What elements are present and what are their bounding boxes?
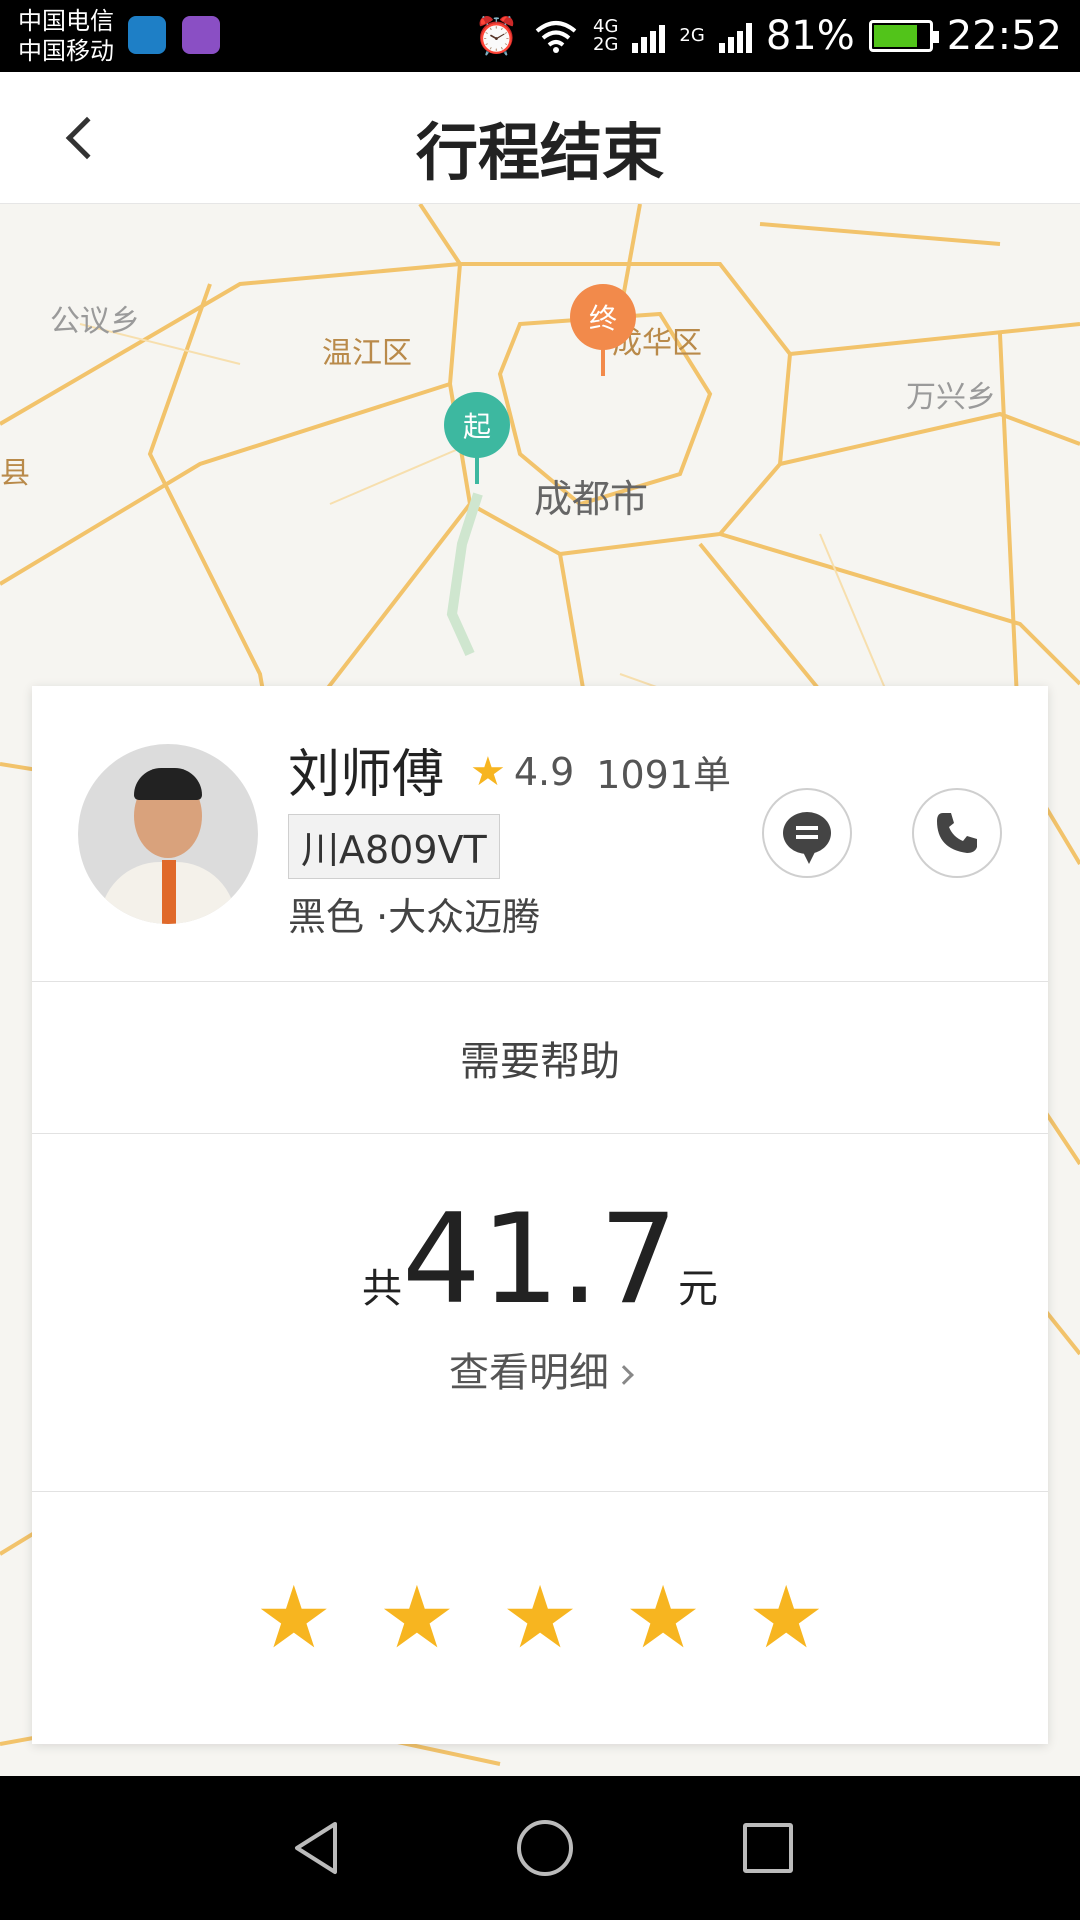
rating-value: 4.9 xyxy=(513,749,575,794)
fare-total: 共41.7元 xyxy=(32,1198,1048,1322)
map-label-yixian: 邑县 xyxy=(0,456,30,491)
system-nav-bar xyxy=(0,1776,1080,1920)
driver-info: 刘师傅 ★ 4.9 1091单 川A809VT 黑色 ·大众迈腾 xyxy=(32,686,1048,982)
call-button[interactable] xyxy=(912,788,1002,878)
rating-stars: ★ ★ ★ ★ ★ xyxy=(32,1492,1048,1744)
help-button[interactable]: 需要帮助 xyxy=(32,982,1048,1134)
fare-prefix: 共 xyxy=(361,1266,402,1312)
driver-name: 刘师傅 xyxy=(288,745,445,805)
network-type-2: 2G xyxy=(679,25,705,46)
map-label-gongyi: 公议乡 xyxy=(50,304,140,339)
map-label-chengdu: 成都市 xyxy=(534,477,649,521)
nav-back-button[interactable] xyxy=(287,1818,347,1878)
gallery-notification-icon xyxy=(182,16,220,54)
fare-detail-label: 查看明细 xyxy=(449,1350,609,1396)
battery-icon xyxy=(868,20,939,52)
car-description: 黑色 ·大众迈腾 xyxy=(288,895,541,939)
rating-star-5[interactable]: ★ xyxy=(748,1575,825,1661)
rating-star-3[interactable]: ★ xyxy=(501,1575,578,1661)
trip-summary-card: 刘师傅 ★ 4.9 1091单 川A809VT 黑色 ·大众迈腾 需要帮助 共4… xyxy=(32,686,1048,1744)
wifi-icon xyxy=(535,21,577,53)
alarm-icon: ⏰ xyxy=(474,16,519,57)
clock: 22:52 xyxy=(946,13,1062,59)
page-title: 行程结束 xyxy=(415,116,664,189)
chevron-right-icon xyxy=(614,1365,634,1385)
fare-section: 共41.7元 查看明细 xyxy=(32,1134,1048,1492)
signal-icon xyxy=(632,19,666,53)
rating-star-4[interactable]: ★ xyxy=(625,1575,702,1661)
fare-amount: 41.7 xyxy=(401,1188,679,1332)
start-pin[interactable]: 起 xyxy=(444,392,510,484)
message-button[interactable] xyxy=(762,788,852,878)
license-plate: 川A809VT xyxy=(288,814,500,879)
signal-icon-2 xyxy=(718,19,752,53)
nav-back-icon xyxy=(295,1822,337,1874)
battery-percent: 81% xyxy=(765,13,855,59)
network-type: 4G 2G xyxy=(593,16,619,55)
driver-rating: ★ 4.9 1091单 xyxy=(470,744,731,799)
map-label-wenjiang: 温江区 xyxy=(322,336,412,371)
top-app-bar: 行程结束 xyxy=(0,72,1080,204)
rating-star-1[interactable]: ★ xyxy=(255,1575,332,1661)
carrier-1: 中国电信 xyxy=(18,7,114,35)
nav-home-button[interactable] xyxy=(517,1820,573,1876)
end-pin[interactable]: 终 xyxy=(570,284,636,376)
message-icon xyxy=(783,812,831,864)
rating-star-2[interactable]: ★ xyxy=(378,1575,455,1661)
driver-avatar xyxy=(78,744,258,924)
carrier-2: 中国移动 xyxy=(18,37,114,65)
phone-icon xyxy=(937,813,977,853)
order-count: 1091单 xyxy=(596,753,732,797)
map-label-wanxing: 万兴乡 xyxy=(906,380,996,415)
fare-currency: 元 xyxy=(678,1266,719,1312)
status-bar: 中国电信 中国移动 ⏰ 4G 2G 2G 81% 22:52 xyxy=(0,0,1080,72)
nav-recents-button[interactable] xyxy=(743,1823,793,1873)
notification-app-icon xyxy=(128,16,166,54)
carrier-info: 中国电信 中国移动 xyxy=(18,6,114,66)
star-icon: ★ xyxy=(470,748,506,795)
fare-detail-link[interactable]: 查看明细 xyxy=(32,1340,1048,1398)
